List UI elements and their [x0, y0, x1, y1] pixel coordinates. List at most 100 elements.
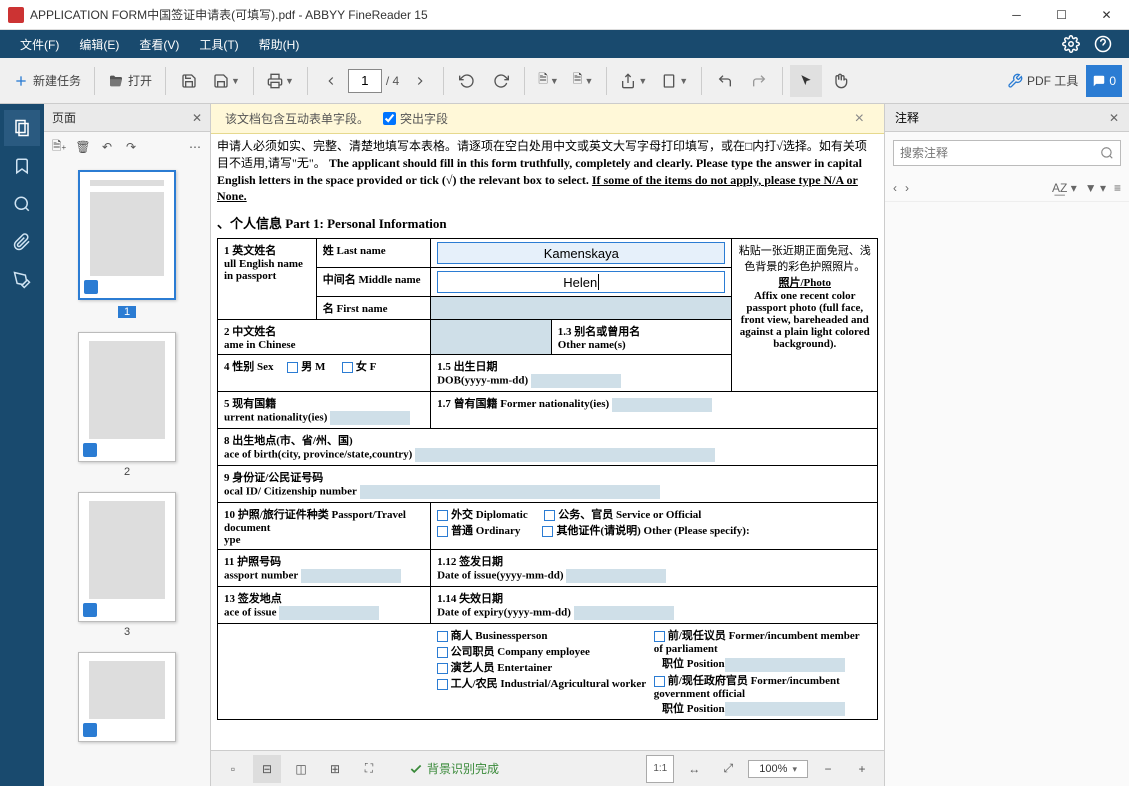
print-button[interactable]: ▼ [261, 65, 300, 97]
menu-file[interactable]: 文件(F) [10, 36, 69, 53]
menu-tools[interactable]: 工具(T) [189, 36, 248, 53]
businessperson-checkbox[interactable] [437, 631, 448, 642]
open-button[interactable]: 打开 [102, 65, 158, 97]
comment-count: 0 [1109, 74, 1116, 88]
zoom-select[interactable]: 100% ▾ [748, 760, 808, 778]
menu-edit[interactable]: 编辑(E) [69, 36, 129, 53]
pages-panel-close-icon[interactable]: ✕ [192, 111, 202, 125]
saveas-button[interactable]: ▼ [207, 65, 246, 97]
arrow-tool-button[interactable] [790, 65, 822, 97]
pdf-page: 申请人必须如实、完整、清楚地填写本表格。请逐项在空白处用中文或英文大写字母打印填… [211, 134, 884, 724]
menu-view[interactable]: 查看(V) [129, 36, 189, 53]
parl-position-field[interactable] [725, 658, 845, 672]
save-button[interactable] [173, 65, 205, 97]
addfile-button[interactable]: ▼ [655, 65, 694, 97]
zoom-in-button[interactable]: + [848, 755, 876, 783]
more-options-icon[interactable]: ⋯ [184, 136, 206, 158]
birthplace-field[interactable] [415, 448, 715, 462]
bookmarks-tab-icon[interactable] [4, 148, 40, 184]
fit-page-icon[interactable]: ⤢ [714, 755, 742, 783]
comments-toggle-button[interactable]: 0 [1086, 65, 1122, 97]
menu-help[interactable]: 帮助(H) [249, 36, 310, 53]
entertainer-checkbox[interactable] [437, 663, 448, 674]
id-number-field[interactable] [360, 485, 660, 499]
pdftools-button[interactable]: PDF 工具 [1001, 65, 1084, 97]
nationality-field[interactable] [330, 411, 410, 425]
single-page-icon[interactable]: ▫ [219, 755, 247, 783]
diplomatic-checkbox[interactable] [437, 510, 448, 521]
fullscreen-icon[interactable]: ⛶ [355, 755, 383, 783]
pages-tab-icon[interactable] [4, 110, 40, 146]
middle-name-field[interactable]: Helen [437, 271, 725, 293]
search-tab-icon[interactable] [4, 186, 40, 222]
sort-az-icon[interactable]: A͟Z ▾ [1052, 181, 1077, 195]
fit-width-icon[interactable]: ↔ [680, 755, 708, 783]
gov-position-field[interactable] [725, 702, 845, 716]
first-name-field[interactable] [431, 297, 732, 320]
filter-icon[interactable]: ▼ ▾ [1085, 181, 1106, 195]
former-nationality-field[interactable] [612, 398, 712, 412]
attachments-tab-icon[interactable] [4, 224, 40, 260]
zoom-out-button[interactable]: − [814, 755, 842, 783]
thumbnail-2[interactable]: 2 [52, 332, 202, 478]
thumbnail-label: 1 [118, 306, 136, 318]
list-view-icon[interactable]: ≡ [1114, 181, 1121, 195]
rotate-ccw-icon[interactable]: ↶ [96, 136, 118, 158]
company-employee-checkbox[interactable] [437, 647, 448, 658]
male-checkbox[interactable] [287, 362, 298, 373]
photo-en: Affix one recent color passport photo (f… [740, 290, 870, 350]
infobar-close-icon[interactable]: × [849, 110, 870, 128]
last-name-field[interactable]: Kamenskaya [437, 242, 725, 264]
prev-page-button[interactable] [315, 65, 347, 97]
issue-place-field[interactable] [279, 606, 379, 620]
rotate-left-button[interactable] [451, 65, 483, 97]
rotate-right-button[interactable] [485, 65, 517, 97]
f15-cn: 1.5 出生日期 [437, 361, 498, 373]
passport-number-field[interactable] [301, 569, 401, 583]
other-doc-checkbox[interactable] [542, 526, 553, 537]
rotate-cw-icon[interactable]: ↷ [120, 136, 142, 158]
thumbnail-3[interactable]: 3 [52, 492, 202, 638]
add-page-icon[interactable]: 🗎+ [48, 136, 70, 158]
minimize-button[interactable]: ─ [994, 0, 1039, 30]
thumbnail-4[interactable] [52, 652, 202, 742]
worker-checkbox[interactable] [437, 679, 448, 690]
share-button[interactable]: ▼ [614, 65, 653, 97]
female-checkbox[interactable] [342, 362, 353, 373]
service-checkbox[interactable] [544, 510, 555, 521]
settings-icon[interactable] [1059, 32, 1083, 56]
new-task-button[interactable]: 新建任务 [7, 65, 87, 97]
redo-button[interactable] [743, 65, 775, 97]
document-scroll[interactable]: 申请人必须如实、完整、清楚地填写本表格。请逐项在空白处用中文或英文大写字母打印填… [211, 134, 884, 750]
undo-button[interactable] [709, 65, 741, 97]
dob-field[interactable] [531, 374, 621, 388]
issue-date-field[interactable] [566, 569, 666, 583]
parliament-checkbox[interactable] [654, 631, 665, 642]
maximize-button[interactable]: ☐ [1039, 0, 1084, 30]
highlight-fields-checkbox[interactable] [383, 112, 396, 125]
ordinary-checkbox[interactable] [437, 526, 448, 537]
prev-comment-icon[interactable]: ‹ [893, 181, 897, 195]
help-icon[interactable] [1091, 32, 1115, 56]
thumbnail-1[interactable]: 1 [52, 170, 202, 318]
recognize-button[interactable]: 🗎▼ [567, 65, 600, 97]
hand-tool-button[interactable] [824, 65, 856, 97]
two-continuous-icon[interactable]: ⊞ [321, 755, 349, 783]
thumbnail-label: 3 [52, 626, 202, 638]
next-page-button[interactable] [404, 65, 436, 97]
gov-official-checkbox[interactable] [654, 676, 665, 687]
delete-page-icon[interactable]: 🗑 [72, 136, 94, 158]
close-button[interactable]: ✕ [1084, 0, 1129, 30]
page-number-input[interactable] [348, 69, 382, 93]
continuous-page-icon[interactable]: ⊟ [253, 755, 281, 783]
comments-panel-close-icon[interactable]: ✕ [1109, 111, 1119, 125]
delete-page-button[interactable]: 🗎▼ [532, 65, 565, 97]
signatures-tab-icon[interactable] [4, 262, 40, 298]
f13-en: Other name(s) [558, 339, 626, 351]
actual-size-button[interactable]: 1:1 [646, 755, 674, 783]
search-comments-input[interactable] [900, 146, 1100, 160]
expiry-date-field[interactable] [574, 606, 674, 620]
next-comment-icon[interactable]: › [905, 181, 909, 195]
two-page-icon[interactable]: ◫ [287, 755, 315, 783]
search-comments-box[interactable] [893, 140, 1121, 166]
